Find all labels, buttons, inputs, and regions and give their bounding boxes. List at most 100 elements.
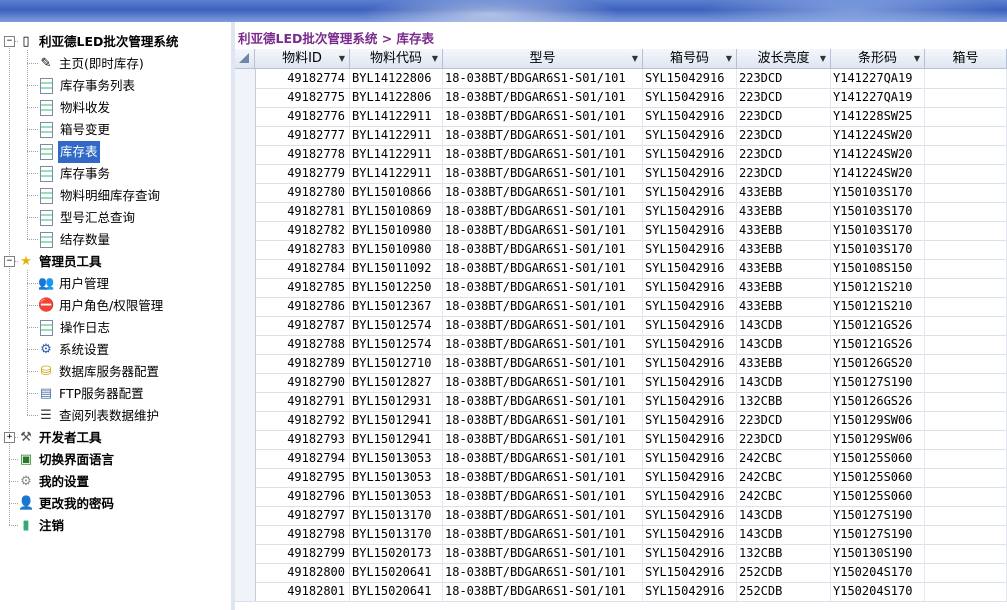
table-cell[interactable]: Y150126GS26 [831, 392, 925, 411]
table-cell[interactable]: BYL15011092 [350, 259, 443, 278]
table-cell[interactable]: SYL15042916 [643, 487, 737, 506]
table-cell[interactable]: 18-038BT/BDGAR6S1-S01/101 [443, 202, 643, 221]
table-cell[interactable]: 433EBB [737, 278, 831, 297]
table-cell[interactable]: 49182776 [255, 107, 350, 126]
table-cell[interactable]: 433EBB [737, 240, 831, 259]
table-row[interactable]: 49182778 BYL14122911 18-038BT/BDGAR6S1-S01… [235, 145, 1007, 165]
table-cell[interactable]: 18-038BT/BDGAR6S1-S01/101 [443, 468, 643, 487]
table-cell[interactable]: 433EBB [737, 354, 831, 373]
table-cell[interactable]: 18-038BT/BDGAR6S1-S01/101 [443, 316, 643, 335]
row-selector[interactable] [235, 544, 256, 563]
table-cell[interactable]: 49182797 [255, 506, 350, 525]
table-cell[interactable]: 143CDB [737, 506, 831, 525]
table-cell[interactable]: 433EBB [737, 183, 831, 202]
table-cell[interactable]: 49182778 [255, 145, 350, 164]
row-selector[interactable] [235, 316, 256, 335]
tree-item-11[interactable]: ★ 管理员工具 [18, 250, 104, 272]
table-cell[interactable] [925, 563, 1007, 582]
table-cell[interactable]: Y150121S210 [831, 297, 925, 316]
table-cell[interactable]: BYL15013053 [350, 468, 443, 487]
table-row[interactable]: 49182786 BYL15012367 18-038BT/BDGAR6S1-S01… [235, 297, 1007, 317]
table-cell[interactable]: 18-038BT/BDGAR6S1-S01/101 [443, 411, 643, 430]
table-cell[interactable]: 18-038BT/BDGAR6S1-S01/101 [443, 506, 643, 525]
filter-dropdown-icon[interactable]: ▼ [914, 49, 920, 68]
table-cell[interactable]: SYL15042916 [643, 411, 737, 430]
table-cell[interactable]: 49182779 [255, 164, 350, 183]
column-header-4[interactable]: 箱号码 ▼ [643, 49, 737, 68]
table-cell[interactable] [925, 335, 1007, 354]
table-cell[interactable]: 433EBB [737, 259, 831, 278]
table-cell[interactable]: Y150103S170 [831, 240, 925, 259]
table-cell[interactable]: BYL15013053 [350, 449, 443, 468]
table-cell[interactable]: BYL15020641 [350, 582, 443, 601]
table-cell[interactable]: Y150129SW06 [831, 411, 925, 430]
table-row[interactable]: 49182784 BYL15011092 18-038BT/BDGAR6S1-S01… [235, 259, 1007, 279]
table-cell[interactable]: 49182775 [255, 88, 350, 107]
table-cell[interactable] [925, 449, 1007, 468]
table-cell[interactable]: SYL15042916 [643, 240, 737, 259]
table-cell[interactable]: 49182781 [255, 202, 350, 221]
table-cell[interactable]: 18-038BT/BDGAR6S1-S01/101 [443, 107, 643, 126]
tree-item-7[interactable]: 库存事务 [38, 162, 112, 184]
table-cell[interactable] [925, 221, 1007, 240]
table-cell[interactable]: 18-038BT/BDGAR6S1-S01/101 [443, 88, 643, 107]
table-row[interactable]: 49182799 BYL15020173 18-038BT/BDGAR6S1-S01… [235, 544, 1007, 564]
table-cell[interactable] [925, 468, 1007, 487]
table-cell[interactable]: BYL15012941 [350, 430, 443, 449]
row-selector[interactable] [235, 430, 256, 449]
table-cell[interactable] [925, 88, 1007, 107]
table-row[interactable]: 49182776 BYL14122911 18-038BT/BDGAR6S1-S01… [235, 107, 1007, 127]
row-selector[interactable] [235, 506, 256, 525]
table-cell[interactable] [925, 525, 1007, 544]
tree-item-21[interactable]: ⚙ 我的设置 [18, 470, 91, 492]
table-cell[interactable]: Y150103S170 [831, 202, 925, 221]
table-row[interactable]: 49182793 BYL15012941 18-038BT/BDGAR6S1-S01… [235, 430, 1007, 450]
table-cell[interactable]: SYL15042916 [643, 449, 737, 468]
table-cell[interactable]: 242CBC [737, 449, 831, 468]
table-cell[interactable]: SYL15042916 [643, 392, 737, 411]
table-cell[interactable]: SYL15042916 [643, 354, 737, 373]
table-row[interactable]: 49182798 BYL15013170 18-038BT/BDGAR6S1-S01… [235, 525, 1007, 545]
table-cell[interactable]: BYL14122806 [350, 69, 443, 88]
table-cell[interactable]: 18-038BT/BDGAR6S1-S01/101 [443, 392, 643, 411]
table-cell[interactable]: SYL15042916 [643, 335, 737, 354]
table-cell[interactable]: BYL15012250 [350, 278, 443, 297]
table-cell[interactable]: 433EBB [737, 221, 831, 240]
table-cell[interactable]: BYL15013053 [350, 487, 443, 506]
table-cell[interactable]: BYL15012710 [350, 354, 443, 373]
table-cell[interactable] [925, 373, 1007, 392]
table-cell[interactable]: BYL15020173 [350, 544, 443, 563]
tree-item-6[interactable]: 库存表 [38, 140, 100, 163]
table-cell[interactable] [925, 316, 1007, 335]
row-selector[interactable] [235, 202, 256, 221]
table-cell[interactable]: Y150125S060 [831, 449, 925, 468]
table-cell[interactable]: 242CBC [737, 468, 831, 487]
table-cell[interactable]: SYL15042916 [643, 468, 737, 487]
table-cell[interactable]: 143CDB [737, 335, 831, 354]
column-header-1[interactable]: 物料ID ▼ [255, 49, 350, 68]
table-cell[interactable]: 49182774 [255, 69, 350, 88]
table-cell[interactable]: 18-038BT/BDGAR6S1-S01/101 [443, 544, 643, 563]
row-selector[interactable] [235, 221, 256, 240]
table-cell[interactable]: BYL14122911 [350, 164, 443, 183]
filter-dropdown-icon[interactable]: ▼ [432, 49, 438, 68]
table-cell[interactable] [925, 164, 1007, 183]
table-cell[interactable]: 223DCD [737, 69, 831, 88]
tree-item-18[interactable]: ☰ 查阅列表数据维护 [38, 404, 161, 426]
row-selector[interactable] [235, 297, 256, 316]
table-row[interactable]: 49182782 BYL15010980 18-038BT/BDGAR6S1-S01… [235, 221, 1007, 241]
table-cell[interactable]: 223DCD [737, 126, 831, 145]
table-cell[interactable] [925, 487, 1007, 506]
table-cell[interactable]: 18-038BT/BDGAR6S1-S01/101 [443, 487, 643, 506]
row-selector[interactable] [235, 373, 256, 392]
collapse-icon[interactable]: − [4, 256, 15, 267]
row-selector[interactable] [235, 88, 256, 107]
table-cell[interactable]: 223DCD [737, 88, 831, 107]
table-cell[interactable]: BYL14122911 [350, 107, 443, 126]
table-cell[interactable]: SYL15042916 [643, 506, 737, 525]
column-header-6[interactable]: 条形码 ▼ [831, 49, 925, 68]
table-cell[interactable] [925, 297, 1007, 316]
table-cell[interactable]: 18-038BT/BDGAR6S1-S01/101 [443, 145, 643, 164]
table-row[interactable]: 49182797 BYL15013170 18-038BT/BDGAR6S1-S01… [235, 506, 1007, 526]
table-row[interactable]: 49182801 BYL15020641 18-038BT/BDGAR6S1-S01… [235, 582, 1007, 602]
